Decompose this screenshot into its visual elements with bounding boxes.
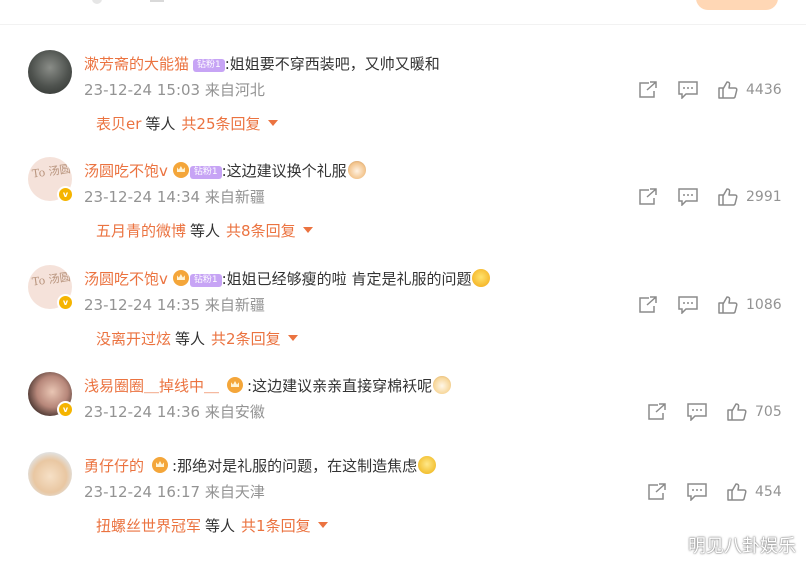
like-button[interactable]: 2991 (718, 187, 782, 207)
share-button[interactable] (647, 482, 667, 502)
comment-username[interactable]: 勇仔仔的 (84, 457, 144, 475)
verified-badge-icon: v (57, 401, 74, 418)
crown-icon[interactable] (172, 270, 189, 286)
comment-text: :姐姐要不穿西装吧，又帅又暖和 (224, 55, 440, 73)
comment-timestamp: 23-12-24 14:34 (84, 188, 201, 206)
reply-author[interactable]: 扭螺丝世界冠军 (96, 517, 201, 535)
reply-others: 等人 (190, 222, 221, 240)
comment-timestamp: 23-12-24 15:03 (84, 81, 201, 99)
like-button[interactable]: 705 (727, 402, 782, 422)
fan-badge[interactable]: 钻粉1 (193, 59, 225, 72)
reply-others: 等人 (205, 517, 236, 535)
share-icon (648, 403, 666, 420)
laugh-emoji (472, 269, 491, 287)
dog-emoji (433, 376, 452, 394)
share-icon (639, 81, 657, 98)
fan-badge[interactable]: 钻粉1 (189, 274, 222, 287)
caret-down-icon[interactable] (302, 227, 313, 233)
cat-emoji (347, 161, 366, 179)
caret-down-icon[interactable] (287, 335, 298, 341)
crown-icon[interactable] (172, 162, 189, 178)
comment-icon (678, 188, 698, 206)
reply-count[interactable]: 共1条回复 (241, 517, 311, 535)
caret-down-icon[interactable] (317, 522, 328, 528)
reply-author[interactable]: 表贝er (96, 115, 141, 133)
panda-avatar[interactable] (28, 50, 72, 94)
comment-button[interactable] (687, 482, 707, 502)
like-count: 705 (755, 404, 782, 420)
like-icon (727, 483, 747, 501)
like-button[interactable]: 1086 (718, 295, 782, 315)
comment-icon (678, 296, 698, 314)
comment-username[interactable]: 漱芳斋的大能猫 (84, 55, 189, 73)
like-icon (727, 403, 747, 421)
comment-location: 来自安徽 (204, 403, 265, 421)
comment-timestamp: 23-12-24 14:36 (84, 403, 201, 421)
comment-icon (687, 483, 707, 501)
reply-others: 等人 (175, 330, 206, 348)
comment-text: :这边建议换个礼服 (221, 162, 347, 180)
reply-count[interactable]: 共8条回复 (226, 222, 296, 240)
avatar-text: To 汤圆 (31, 162, 72, 181)
fan-badge[interactable]: 钻粉1 (189, 166, 222, 179)
baby-avatar[interactable] (28, 452, 72, 496)
share-button[interactable] (647, 402, 667, 422)
like-icon (718, 81, 738, 99)
like-count: 454 (755, 484, 782, 500)
comment-icon (678, 81, 698, 99)
comment-text: :这边建议亲亲直接穿棉袄呢 (247, 377, 433, 395)
verified-badge-icon: v (57, 186, 74, 203)
comment-location: 来自新疆 (204, 296, 265, 314)
share-icon (639, 188, 657, 205)
reply-count[interactable]: 共25条回复 (181, 115, 260, 133)
reply-preview[interactable]: 五月青的微博 等人 共8条回复 (96, 221, 313, 241)
like-count: 1086 (746, 297, 782, 313)
comment-username[interactable]: 汤圆吃不饱v (84, 162, 168, 180)
comment-location: 来自新疆 (204, 188, 265, 206)
comment-timestamp: 23-12-24 16:17 (84, 483, 201, 501)
like-count: 4436 (746, 82, 782, 98)
reply-preview[interactable]: 表贝er 等人 共25条回复 (96, 114, 278, 134)
comment-button[interactable] (678, 80, 698, 100)
like-icon (718, 296, 738, 314)
like-button[interactable]: 4436 (718, 80, 782, 100)
comment-location: 来自天津 (204, 483, 265, 501)
top-divider (150, 0, 164, 2)
comment-username[interactable]: 汤圆吃不饱v (84, 270, 168, 288)
comment-button[interactable] (678, 187, 698, 207)
comment-icon (687, 403, 707, 421)
verified-badge-icon: v (57, 294, 74, 311)
top-bar-remnant (0, 0, 806, 25)
comment-button[interactable] (678, 295, 698, 315)
worried-emoji (418, 456, 437, 474)
share-button[interactable] (638, 295, 658, 315)
reply-author[interactable]: 五月青的微博 (96, 222, 186, 240)
share-button[interactable] (638, 187, 658, 207)
reply-preview[interactable]: 没离开过炫 等人 共2条回复 (96, 329, 298, 349)
share-icon (648, 483, 666, 500)
watermark: 明见八卦娱乐 (688, 536, 796, 557)
crown-icon[interactable] (152, 457, 169, 473)
top-icon (92, 0, 102, 4)
reply-others: 等人 (145, 115, 176, 133)
comment-button[interactable] (687, 402, 707, 422)
reply-count[interactable]: 共2条回复 (211, 330, 281, 348)
top-action-button[interactable] (696, 0, 778, 10)
comment-location: 来自河北 (204, 81, 265, 99)
comment-timestamp: 23-12-24 14:35 (84, 296, 201, 314)
avatar-text: To 汤圆 (31, 270, 72, 289)
comment-text: :姐姐已经够瘦的啦 肯定是礼服的问题 (221, 270, 472, 288)
like-button[interactable]: 454 (727, 482, 782, 502)
like-count: 2991 (746, 189, 782, 205)
share-icon (639, 296, 657, 313)
comment-text: :那绝对是礼服的问题，在这制造焦虑 (172, 457, 418, 475)
like-icon (718, 188, 738, 206)
reply-preview[interactable]: 扭螺丝世界冠军 等人 共1条回复 (96, 516, 328, 536)
comment-username[interactable]: 浅易圈圈＿掉线中＿ (84, 377, 219, 395)
crown-icon[interactable] (227, 377, 244, 393)
caret-down-icon[interactable] (267, 120, 278, 126)
share-button[interactable] (638, 80, 658, 100)
reply-author[interactable]: 没离开过炫 (96, 330, 171, 348)
